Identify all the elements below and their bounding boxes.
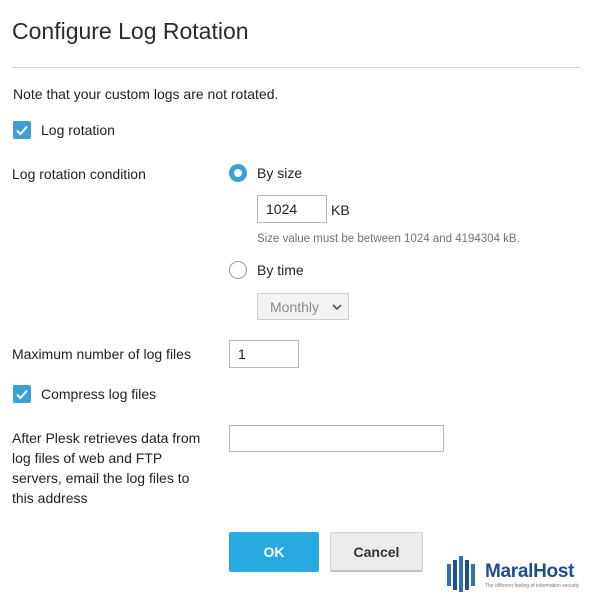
logo-tagline: The different feeling of information sec… xyxy=(485,583,580,589)
size-unit: KB xyxy=(331,202,350,218)
title-divider xyxy=(12,67,581,68)
email-label-line: After Plesk retrieves data from xyxy=(12,430,201,446)
size-value-input[interactable] xyxy=(257,195,327,223)
max-log-files-input[interactable] xyxy=(229,340,299,368)
server-logo-icon xyxy=(447,556,475,592)
log-rotation-label[interactable]: Log rotation xyxy=(41,122,115,138)
compress-log-files-checkbox[interactable] xyxy=(13,385,31,403)
custom-logs-note: Note that your custom logs are not rotat… xyxy=(13,86,279,102)
cancel-button[interactable]: Cancel xyxy=(330,532,423,572)
size-hint: Size value must be between 1024 and 4194… xyxy=(257,233,520,245)
log-rotation-checkbox[interactable] xyxy=(13,121,31,139)
time-period-select[interactable]: Monthly xyxy=(257,293,349,320)
email-log-files-label: After Plesk retrieves data from log file… xyxy=(12,428,200,508)
email-address-input[interactable] xyxy=(229,425,444,452)
logo-brand: MaralHost xyxy=(485,561,575,582)
compress-log-files-label[interactable]: Compress log files xyxy=(41,386,156,402)
checkmark-icon xyxy=(16,389,28,400)
by-time-radio[interactable] xyxy=(229,261,247,279)
time-period-value: Monthly xyxy=(270,298,320,315)
chevron-down-icon xyxy=(332,304,342,311)
email-label-line: log files of web and FTP xyxy=(12,450,163,466)
by-size-label[interactable]: By size xyxy=(257,165,302,181)
configure-log-rotation-dialog: Configure Log Rotation Note that your cu… xyxy=(0,0,593,597)
email-label-line: servers, email the log files to xyxy=(12,470,190,486)
maralhost-logo: MaralHost The different feeling of infor… xyxy=(445,556,590,592)
max-log-files-label: Maximum number of log files xyxy=(12,346,191,362)
ok-button[interactable]: OK xyxy=(229,532,319,572)
by-size-radio[interactable] xyxy=(229,164,247,182)
email-label-line: this address xyxy=(12,490,88,506)
rotation-condition-label: Log rotation condition xyxy=(12,166,146,182)
by-time-label[interactable]: By time xyxy=(257,262,304,278)
checkmark-icon xyxy=(16,125,28,136)
dialog-title: Configure Log Rotation xyxy=(12,18,249,44)
